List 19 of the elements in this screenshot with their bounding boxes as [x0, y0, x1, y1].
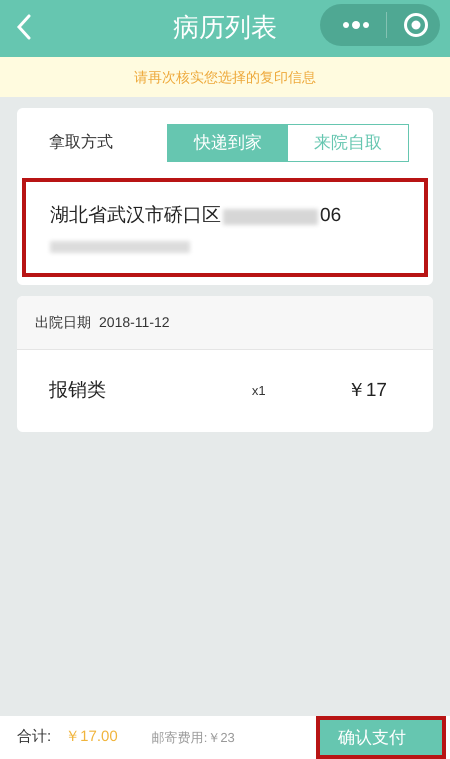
postage-fee: 邮寄费用:￥23 [152, 728, 235, 747]
capsule-menu[interactable] [320, 4, 440, 46]
page-title: 病历列表 [172, 11, 278, 44]
more-icon[interactable] [342, 20, 370, 30]
confirm-pay-button[interactable]: 确认支付 [316, 716, 446, 759]
address-text: 湖北省武汉市硚口区 [50, 204, 221, 228]
address-text: 06 [320, 204, 342, 228]
notice-text: 请再次核实您选择的复印信息 [134, 68, 316, 86]
item-quantity: x1 [252, 382, 267, 400]
address-highlight-frame[interactable]: 湖北省武汉市硚口区 06 [22, 178, 428, 277]
discharge-label: 出院日期 [35, 313, 91, 332]
item-name: 报销类 [49, 378, 107, 403]
item-price: ￥17 [346, 378, 387, 403]
pickup-option[interactable]: 快递到家 [168, 125, 288, 161]
total-amount: ￥17.00 [65, 727, 118, 748]
pickup-label: 拿取方式 [49, 132, 114, 153]
back-icon[interactable] [16, 14, 32, 40]
total-label: 合计: [17, 727, 52, 748]
discharge-date: 2018-11-12 [99, 313, 170, 332]
